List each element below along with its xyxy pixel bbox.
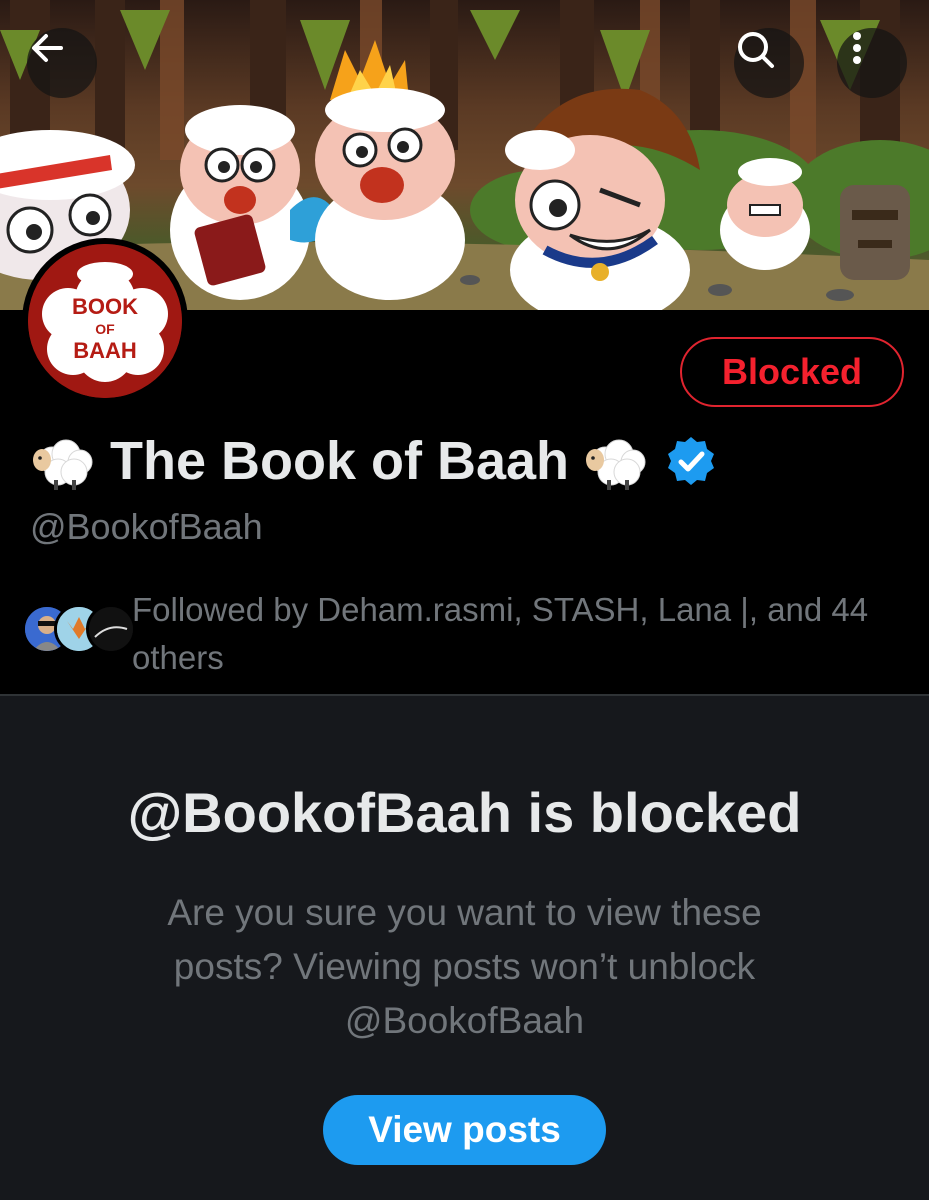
blocked-description: Are you sure you want to view these post… bbox=[112, 886, 817, 1048]
blocked-description-line: @BookofBaah bbox=[344, 1000, 585, 1041]
blocked-button[interactable]: Blocked bbox=[680, 337, 904, 407]
profile-page: BOOK OF BAAH Blocked The Book of Baah @B… bbox=[0, 0, 929, 1200]
blocked-description-line: Are you sure you want to view these bbox=[167, 892, 762, 933]
blocked-title: @BookofBaah is blocked bbox=[127, 781, 802, 844]
svg-text:BAAH: BAAH bbox=[73, 338, 137, 363]
avatar-image: BOOK OF BAAH bbox=[28, 244, 182, 398]
verified-badge-icon[interactable] bbox=[665, 435, 717, 487]
svg-text:OF: OF bbox=[95, 321, 115, 337]
book-of-baah-logo: BOOK OF BAAH bbox=[28, 244, 182, 398]
sheep-icon bbox=[33, 439, 93, 490]
arrow-left-icon bbox=[32, 34, 63, 62]
more-vertical-icon bbox=[853, 32, 861, 64]
svg-text:BOOK: BOOK bbox=[72, 294, 138, 319]
more-options-button[interactable] bbox=[837, 28, 907, 98]
profile-name-row: The Book of Baah bbox=[28, 422, 717, 500]
profile-avatar[interactable]: BOOK OF BAAH bbox=[22, 238, 188, 404]
sheep-icon bbox=[586, 439, 646, 490]
followed-by-row[interactable]: Followed by Deham.rasmi, STASH, Lana |, … bbox=[22, 586, 902, 676]
search-icon bbox=[738, 32, 774, 68]
profile-handle: @BookofBaah bbox=[30, 506, 263, 547]
search-button[interactable] bbox=[734, 28, 804, 98]
followed-by-text[interactable]: Followed by Deham.rasmi, STASH, Lana |, … bbox=[132, 586, 902, 682]
follower-avatar-image bbox=[89, 607, 133, 651]
display-name: The Book of Baah bbox=[110, 431, 570, 491]
view-posts-button[interactable]: View posts bbox=[323, 1095, 606, 1165]
follower-avatar bbox=[86, 604, 136, 654]
back-button[interactable] bbox=[27, 28, 97, 98]
blocked-description-line: posts? Viewing posts won’t unblock bbox=[173, 946, 756, 987]
